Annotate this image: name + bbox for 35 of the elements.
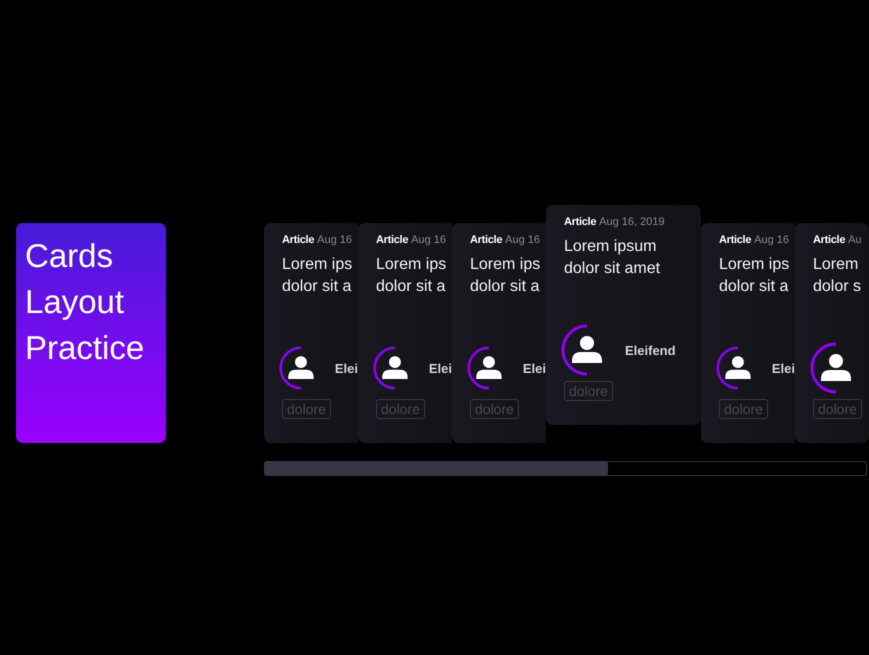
article-date: Aug 16 <box>317 234 352 246</box>
article-label: Article <box>376 234 408 246</box>
article-title: Lorem ips <box>470 255 540 275</box>
article-title: dolor s <box>813 277 862 297</box>
scroll-thumb[interactable] <box>264 461 608 476</box>
author-name: Elei <box>334 360 358 376</box>
article-title: dolor sit a <box>282 277 352 297</box>
article-label: Article <box>470 234 502 246</box>
article-title: dolor sit a <box>470 277 540 297</box>
article-title: Lorem ips <box>376 255 446 275</box>
author-name: Elei <box>772 360 795 376</box>
article-label: Article <box>813 234 846 246</box>
article-title: Lorem ips <box>282 255 352 275</box>
article-date: Aug 16 <box>505 234 540 246</box>
article-title: dolor sit a <box>719 277 788 297</box>
scroll-track[interactable] <box>264 461 867 476</box>
article-label: Article <box>282 234 314 246</box>
article-card[interactable]: Article Au Lorem dolor s dolore <box>795 223 869 443</box>
article-title: Lorem ips <box>719 255 790 275</box>
article-title: Lorem ipsum <box>564 237 656 257</box>
article-date: Au <box>848 234 862 246</box>
article-date: Aug 16 <box>754 234 790 246</box>
author-name: Elei <box>522 360 546 376</box>
article-title: Lorem <box>813 255 858 275</box>
author-name: Elei <box>428 360 452 376</box>
author-name: Eleifend <box>625 342 676 358</box>
title-line: Layout <box>25 282 126 322</box>
article-date: Aug 16, 2019 <box>599 216 665 228</box>
article-label: Article <box>719 234 752 246</box>
article-date: Aug 16 <box>411 234 446 246</box>
title-line: Practice <box>25 328 146 368</box>
article-label: Article <box>564 216 596 228</box>
article-title: dolor sit amet <box>564 259 660 279</box>
article-title: dolor sit a <box>376 277 446 297</box>
title-line: Cards <box>25 236 114 276</box>
